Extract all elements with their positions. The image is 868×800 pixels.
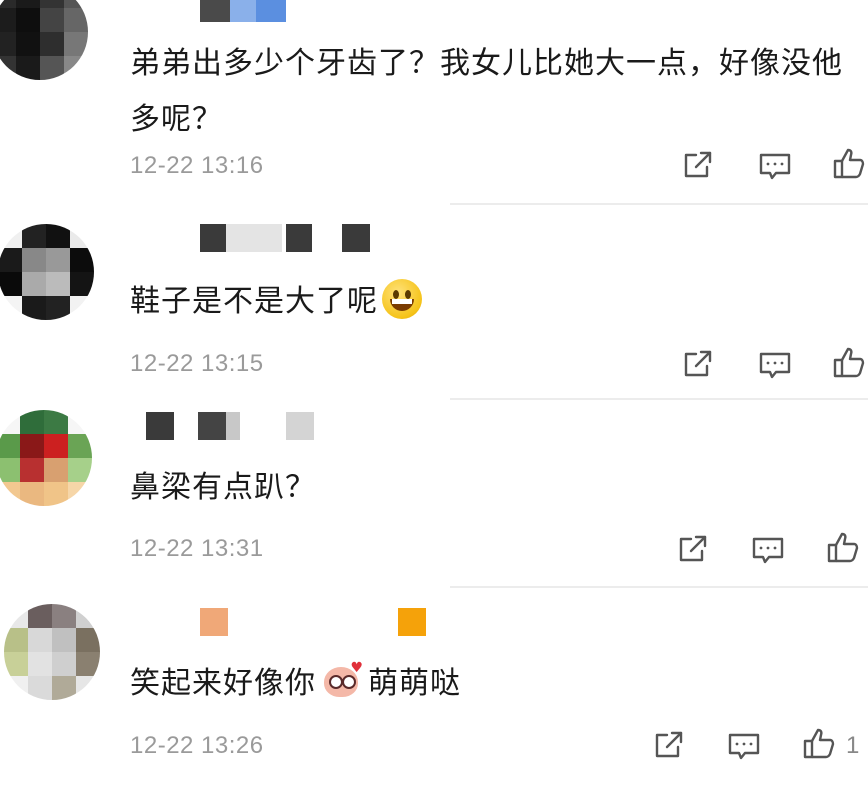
username-redacted[interactable] (200, 608, 430, 636)
comment-item: 笑起来好像你 ♥ 萌萌哒 12-22 13:26 1 (0, 0, 868, 800)
thumbs-up-icon[interactable] (802, 726, 836, 760)
comment-text-before: 笑起来好像你 (130, 666, 316, 701)
comment-icon[interactable] (727, 728, 761, 762)
share-icon[interactable] (652, 728, 686, 762)
avatar[interactable] (4, 604, 100, 700)
like-count: 1 (846, 732, 860, 759)
timestamp: 12-22 13:26 (130, 732, 264, 759)
cute-pig-sticker: ♥ (320, 661, 364, 701)
comment-text-after: 萌萌哒 (368, 666, 461, 701)
comment-text: 笑起来好像你 ♥ 萌萌哒 (130, 656, 860, 712)
